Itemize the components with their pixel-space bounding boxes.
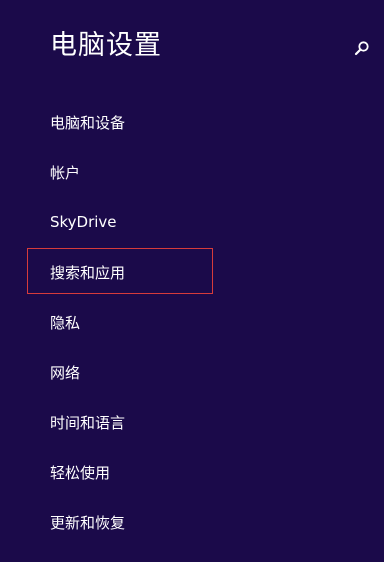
- nav-item-label: 搜索和应用: [50, 263, 126, 282]
- nav-item-label: 帐户: [50, 163, 81, 182]
- nav-item-ease-of-access[interactable]: 轻松使用: [0, 447, 384, 497]
- nav-item-label: 时间和语言: [50, 413, 126, 432]
- settings-nav: 电脑和设备 帐户 SkyDrive 搜索和应用 隐私 网络 时间和语言 轻松使用…: [0, 97, 384, 547]
- nav-item-label: 更新和恢复: [50, 513, 126, 532]
- search-icon: [354, 41, 369, 56]
- nav-item-label: 轻松使用: [50, 463, 111, 482]
- nav-item-skydrive[interactable]: SkyDrive: [0, 197, 384, 247]
- nav-item-time-and-language[interactable]: 时间和语言: [0, 397, 384, 447]
- nav-item-label: 隐私: [50, 313, 81, 332]
- nav-item-accounts[interactable]: 帐户: [0, 147, 384, 197]
- nav-item-search-and-apps[interactable]: 搜索和应用: [0, 247, 384, 297]
- nav-item-pc-and-devices[interactable]: 电脑和设备: [0, 97, 384, 147]
- search-button[interactable]: [350, 36, 374, 60]
- nav-item-network[interactable]: 网络: [0, 347, 384, 397]
- nav-item-label: 电脑和设备: [50, 113, 126, 132]
- nav-item-label: SkyDrive: [50, 213, 117, 231]
- page-title: 电脑设置: [50, 30, 162, 61]
- nav-item-update-and-recovery[interactable]: 更新和恢复: [0, 497, 384, 547]
- nav-item-label: 网络: [50, 363, 81, 382]
- nav-item-privacy[interactable]: 隐私: [0, 297, 384, 347]
